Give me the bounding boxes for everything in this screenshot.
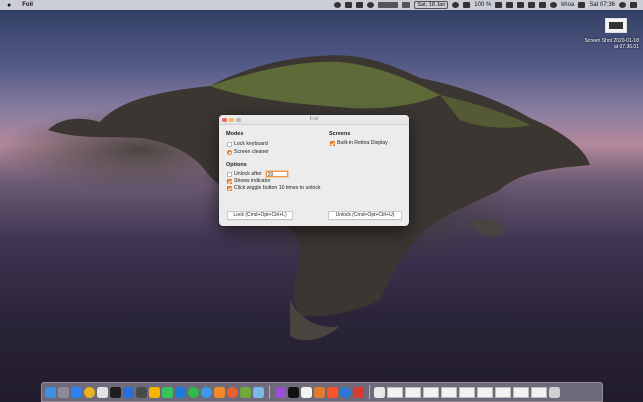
folder-icon[interactable] [253, 386, 264, 398]
lock-button[interactable]: Lock (Cmd+Opt+Ctrl+L) [227, 211, 293, 220]
flag-icon[interactable] [578, 2, 586, 8]
time-machine-icon[interactable] [367, 2, 375, 8]
screenshot-file-icon[interactable] [605, 18, 627, 33]
minimized-window[interactable] [441, 386, 457, 398]
sublime-icon[interactable] [136, 386, 147, 398]
minimized-window[interactable] [531, 386, 547, 398]
click-wiggle-option[interactable]: Click wiggle button 10 times to unlock [227, 185, 321, 191]
apple-menu-icon[interactable]: ● [7, 2, 11, 9]
minimize-button[interactable] [229, 117, 234, 122]
options-heading: Options [226, 162, 247, 168]
title-bar[interactable]: Foil [219, 115, 409, 125]
android-studio-icon[interactable] [240, 386, 251, 398]
airplay-icon[interactable] [506, 2, 514, 8]
crown-icon[interactable] [528, 2, 536, 8]
builtin-display-label: Built-in Retina Display [337, 140, 388, 146]
unlock-after-input[interactable]: 20 [265, 171, 288, 178]
vlc-icon[interactable] [313, 386, 325, 398]
dock-separator [269, 385, 270, 399]
instruments-icon[interactable] [339, 386, 351, 398]
minimized-window[interactable] [387, 386, 403, 398]
memory-graph-icon[interactable] [402, 2, 411, 8]
screen-cleaner-label: Screen cleaner [234, 149, 269, 155]
mail-icon[interactable] [539, 2, 547, 8]
user-icon[interactable] [550, 2, 558, 8]
xcode-icon[interactable] [123, 386, 134, 398]
window-title: Foil [309, 116, 319, 122]
clock[interactable]: Sat 07:36 [589, 2, 615, 8]
modes-heading: Modes [226, 131, 244, 137]
music-icon[interactable] [300, 386, 312, 398]
terminal-icon[interactable] [110, 386, 121, 398]
date-widget[interactable]: Sat, 18 Jan [414, 1, 449, 9]
dock-separator-2 [368, 385, 369, 399]
screen-cleaner-option[interactable]: Screen cleaner [227, 149, 269, 155]
minimized-window[interactable] [405, 386, 421, 398]
battery-icon[interactable] [495, 2, 503, 8]
shows-indicator-label: Shows indicator [234, 178, 271, 184]
minimized-window[interactable] [459, 386, 475, 398]
volume-icon[interactable] [517, 2, 525, 8]
screen-cleaner-radio[interactable] [227, 149, 232, 155]
unlock-after-label: Unlock after [234, 171, 262, 177]
builtin-display-checkbox[interactable] [330, 140, 335, 146]
foil-window: Foil Modes Lock keyboard Screen cleaner … [219, 115, 409, 226]
menu-bar: ● Foil Sat, 18 Jan 100 % khoa Sat 07:36 [0, 0, 643, 10]
shows-indicator-option[interactable]: Shows indicator [227, 178, 271, 184]
click-wiggle-label: Click wiggle button 10 times to unlock [234, 185, 321, 191]
screenshot-file-label[interactable]: Screen Shot 2020-01-18 at 07.36.01 [579, 38, 639, 50]
battery-percent: 100 % [474, 2, 492, 8]
unlock-after-option[interactable]: Unlock after 20 [227, 171, 288, 178]
photos-icon[interactable] [97, 386, 108, 398]
vscode-icon[interactable] [175, 386, 186, 398]
screens-heading: Screens [329, 131, 351, 137]
minimized-window[interactable] [423, 386, 439, 398]
builtin-display-option[interactable]: Built-in Retina Display [330, 140, 388, 146]
firefox-icon[interactable] [227, 386, 238, 398]
skype-icon[interactable] [334, 2, 342, 8]
lock-keyboard-option[interactable]: Lock keyboard [227, 141, 268, 147]
user-name[interactable]: khoa [561, 2, 574, 8]
simulator-icon[interactable] [352, 386, 364, 398]
safari-icon[interactable] [71, 386, 82, 398]
finder-icon[interactable] [45, 386, 56, 398]
minimized-window[interactable] [477, 386, 493, 398]
lock-keyboard-label: Lock keyboard [234, 141, 268, 147]
messages-icon[interactable] [162, 386, 173, 398]
close-button[interactable] [222, 117, 227, 122]
preview-icon[interactable] [374, 386, 385, 398]
podcasts-icon[interactable] [274, 386, 286, 398]
dock [41, 382, 603, 402]
appletv-icon[interactable] [287, 386, 299, 398]
display-icon[interactable] [356, 2, 364, 8]
minimized-window[interactable] [513, 386, 529, 398]
chrome-icon[interactable] [84, 386, 95, 398]
sketch-icon[interactable] [149, 386, 160, 398]
unlock-button[interactable]: Unlock (Cmd+Opt+Ctrl+U) [328, 211, 402, 220]
lock-keyboard-checkbox[interactable] [227, 141, 232, 147]
vpn-icon[interactable] [452, 2, 460, 8]
notes-icon[interactable] [345, 2, 353, 8]
cpu-graph-icon[interactable] [378, 2, 399, 8]
safari-tech-icon[interactable] [201, 386, 212, 398]
zoom-button[interactable] [236, 117, 241, 122]
unlock-after-checkbox[interactable] [227, 171, 232, 177]
shows-indicator-checkbox[interactable] [227, 178, 232, 184]
spotlight-icon[interactable] [619, 2, 626, 8]
launchpad-icon[interactable] [58, 386, 69, 398]
click-wiggle-checkbox[interactable] [227, 185, 232, 191]
minimized-window[interactable] [495, 386, 511, 398]
menu-extras: Sat, 18 Jan 100 % khoa Sat 07:36 [334, 1, 637, 9]
app-menu[interactable]: Foil [22, 2, 33, 8]
trash-icon[interactable] [549, 386, 560, 398]
brave-icon[interactable] [326, 386, 338, 398]
swift-icon[interactable] [214, 386, 225, 398]
notification-center-icon[interactable] [630, 2, 637, 8]
wifi-icon[interactable] [463, 2, 471, 8]
whatsapp-icon[interactable] [188, 386, 199, 398]
